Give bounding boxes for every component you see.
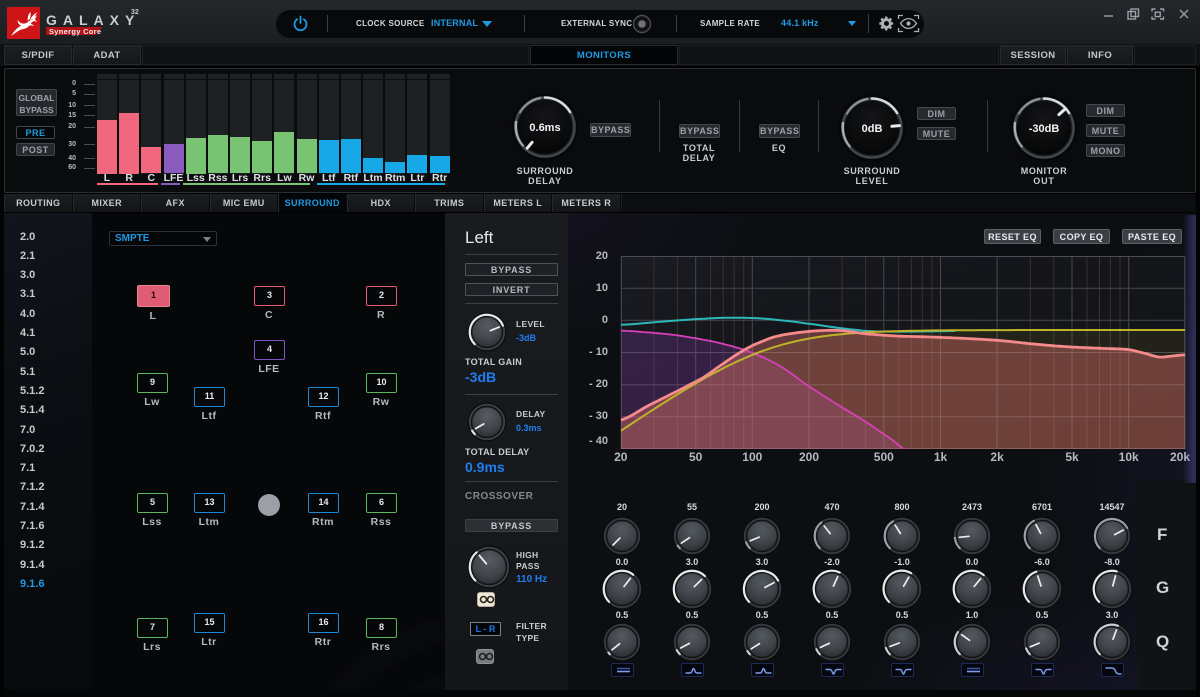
svg-text:-30dB: -30dB [1029, 123, 1060, 135]
svg-text:0dB: 0dB [862, 123, 883, 135]
svg-text:0.6ms: 0.6ms [529, 122, 560, 134]
